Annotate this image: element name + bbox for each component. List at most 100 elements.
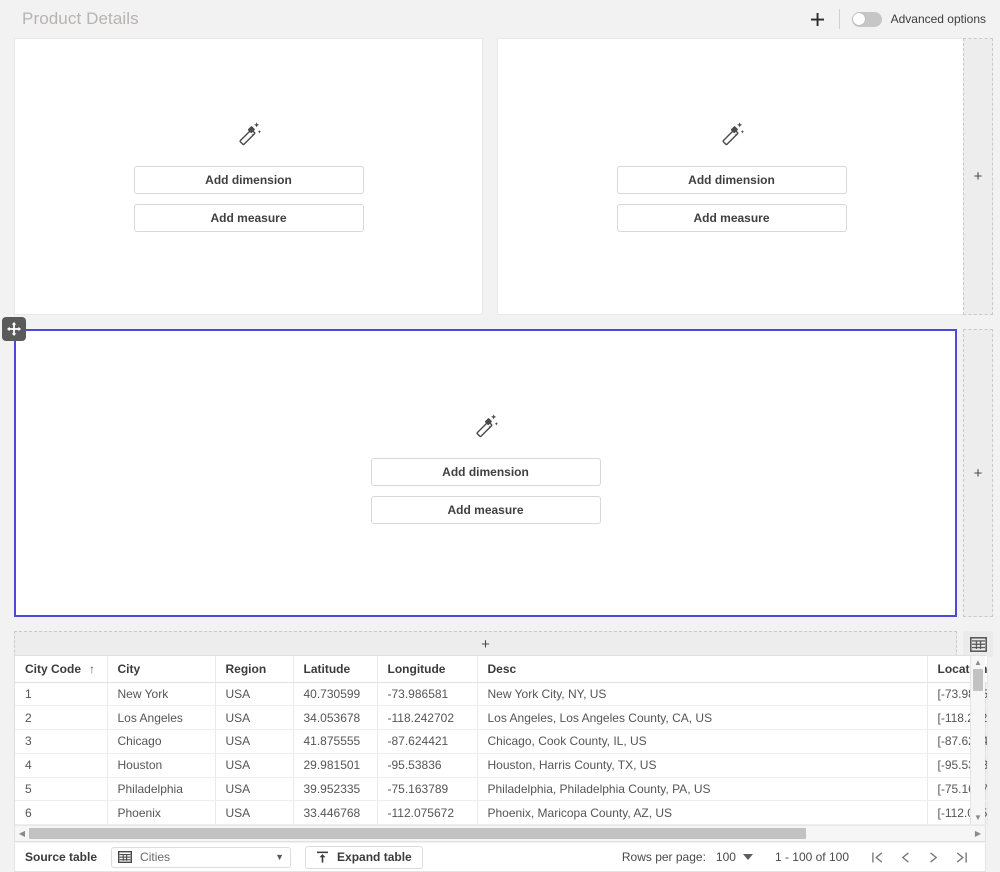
cell-city-code: 3 — [15, 729, 108, 754]
cell-longitude: -75.163789 — [377, 777, 478, 802]
cell-region: USA — [215, 729, 294, 754]
cell-latitude: 29.981501 — [293, 753, 378, 778]
column-header-city-code[interactable]: City Code ↑ — [15, 656, 108, 683]
add-dimension-button-2[interactable]: Add dimension — [616, 166, 847, 194]
cell-region: USA — [215, 682, 294, 707]
source-table-value: Cities — [140, 850, 171, 864]
column-header-latitude[interactable]: Latitude — [293, 656, 378, 683]
scroll-down-icon[interactable]: ▼ — [971, 811, 985, 824]
cell-region: USA — [215, 705, 294, 731]
column-header-desc[interactable]: Desc — [477, 656, 928, 683]
table-header-row: City Code ↑ City Region Latitude Longitu… — [15, 656, 988, 683]
cell-desc: Chicago, Cook County, IL, US — [477, 729, 928, 754]
scroll-right-icon[interactable]: ▶ — [971, 829, 985, 838]
table-row[interactable]: 5 Philadelphia USA 39.952335 -75.163789 … — [15, 777, 988, 802]
next-page-button[interactable] — [919, 846, 947, 868]
column-header-region[interactable]: Region — [215, 656, 294, 683]
chart-placeholder-card-2[interactable]: Add dimension Add measure — [497, 38, 966, 315]
table-bottom-bar: Source table Cities ▼ Expand table Rows … — [14, 843, 986, 872]
cell-desc: Los Angeles, Los Angeles County, CA, US — [477, 705, 928, 731]
cell-region: USA — [215, 800, 294, 826]
magic-wand-icon — [473, 413, 499, 442]
source-table-select[interactable]: Cities ▼ — [111, 846, 292, 868]
chart-placeholder-content-2: Add dimension Add measure — [616, 121, 847, 232]
add-dimension-button-3[interactable]: Add dimension — [370, 458, 601, 486]
cell-city-code: 5 — [15, 777, 108, 802]
pagination-controls: Rows per page: 100 1 - 100 of 100 — [622, 846, 975, 868]
first-page-button[interactable] — [863, 846, 891, 868]
advanced-options-label: Advanced options — [890, 12, 986, 26]
chart-row-bottom: Add dimension Add measure — [2, 317, 1000, 617]
table-row[interactable]: 6 Phoenix USA 33.446768 -112.075672 Phoe… — [15, 800, 988, 826]
toggle-knob — [853, 13, 866, 25]
expand-up-icon — [316, 851, 329, 863]
horizontal-scroll-track[interactable] — [29, 828, 971, 840]
table-vertical-scrollbar[interactable]: ▲ ▼ — [970, 656, 985, 824]
cell-longitude: -118.242702 — [377, 705, 478, 731]
vertical-scroll-thumb[interactable] — [973, 669, 983, 691]
cell-city-code: 4 — [15, 753, 108, 778]
horizontal-scroll-thumb[interactable] — [29, 828, 807, 840]
dropzone-right-bottom[interactable]: + — [963, 329, 993, 617]
advanced-options-toggle[interactable] — [851, 11, 882, 27]
plus-icon — [811, 12, 825, 26]
header-actions: Advanced options — [805, 0, 986, 38]
table-row[interactable]: 2 Los Angeles USA 34.053678 -118.242702 … — [15, 705, 988, 731]
first-page-icon — [871, 851, 882, 863]
chart-placeholder-content-1: Add dimension Add measure — [133, 121, 364, 232]
cell-latitude: 34.053678 — [293, 705, 378, 731]
chevron-down-icon: ▼ — [275, 852, 285, 862]
cell-desc: Philadelphia, Philadelphia County, PA, U… — [477, 777, 928, 802]
add-dimension-button-1[interactable]: Add dimension — [133, 166, 364, 194]
scroll-left-icon[interactable]: ◀ — [15, 829, 29, 838]
arrow-up-icon: ↑ — [89, 661, 96, 676]
cell-latitude: 41.875555 — [293, 729, 378, 754]
column-header-longitude[interactable]: Longitude — [377, 656, 478, 683]
toggle-data-table-button[interactable] — [963, 631, 993, 657]
column-header-city[interactable]: City — [107, 656, 216, 683]
table-row[interactable]: 1 New York USA 40.730599 -73.986581 New … — [15, 682, 988, 707]
chart-placeholder-card-1[interactable]: Add dimension Add measure — [14, 38, 483, 315]
rows-per-page-select[interactable]: 100 — [716, 850, 753, 864]
table-horizontal-scrollbar[interactable]: ◀ ▶ — [15, 825, 985, 842]
cell-city: Philadelphia — [107, 777, 216, 802]
data-table: City Code ↑ City Region Latitude Longitu… — [14, 655, 988, 843]
add-measure-button-2[interactable]: Add measure — [616, 204, 847, 232]
cell-longitude: -95.53836 — [377, 753, 478, 778]
cell-latitude: 39.952335 — [293, 777, 378, 802]
page-title: Product Details — [22, 9, 139, 28]
prev-page-button[interactable] — [891, 846, 919, 868]
app-header: Product Details Advanced options — [0, 0, 1000, 38]
rows-per-page-value: 100 — [715, 850, 736, 864]
cell-city: New York — [107, 682, 216, 707]
move-handle[interactable] — [2, 317, 26, 341]
prev-page-icon — [901, 851, 909, 863]
add-chart-button[interactable] — [805, 6, 831, 32]
expand-table-button[interactable]: Expand table — [305, 845, 423, 869]
dropzone-bottom[interactable]: + — [14, 631, 957, 657]
cell-region: USA — [215, 753, 294, 778]
add-measure-button-3[interactable]: Add measure — [370, 496, 601, 524]
cell-city: Houston — [107, 753, 216, 778]
scroll-up-icon[interactable]: ▲ — [971, 656, 985, 669]
move-arrows-icon — [7, 322, 21, 336]
chart-row-top: Add dimension Add measure Add dimension … — [14, 38, 1000, 315]
table-row[interactable]: 4 Houston USA 29.981501 -95.53836 Housto… — [15, 753, 988, 778]
cell-latitude: 40.730599 — [293, 682, 378, 707]
cell-city-code: 2 — [15, 705, 108, 731]
table-row[interactable]: 3 Chicago USA 41.875555 -87.624421 Chica… — [15, 729, 988, 754]
cell-city-code: 6 — [15, 800, 108, 826]
add-measure-button-1[interactable]: Add measure — [133, 204, 364, 232]
cell-city: Los Angeles — [107, 705, 216, 731]
source-table-label: Source table — [25, 850, 98, 864]
cell-latitude: 33.446768 — [293, 800, 378, 826]
dropzone-right-top[interactable]: + — [963, 38, 993, 315]
cell-longitude: -73.986581 — [377, 682, 478, 707]
rows-per-page-label: Rows per page: — [621, 850, 706, 864]
cell-longitude: -87.624421 — [377, 729, 478, 754]
last-page-icon — [956, 851, 967, 863]
last-page-button[interactable] — [947, 846, 975, 868]
chevron-down-icon — [742, 854, 753, 860]
header-divider — [838, 9, 840, 29]
chart-placeholder-card-3[interactable]: Add dimension Add measure — [2, 317, 957, 617]
